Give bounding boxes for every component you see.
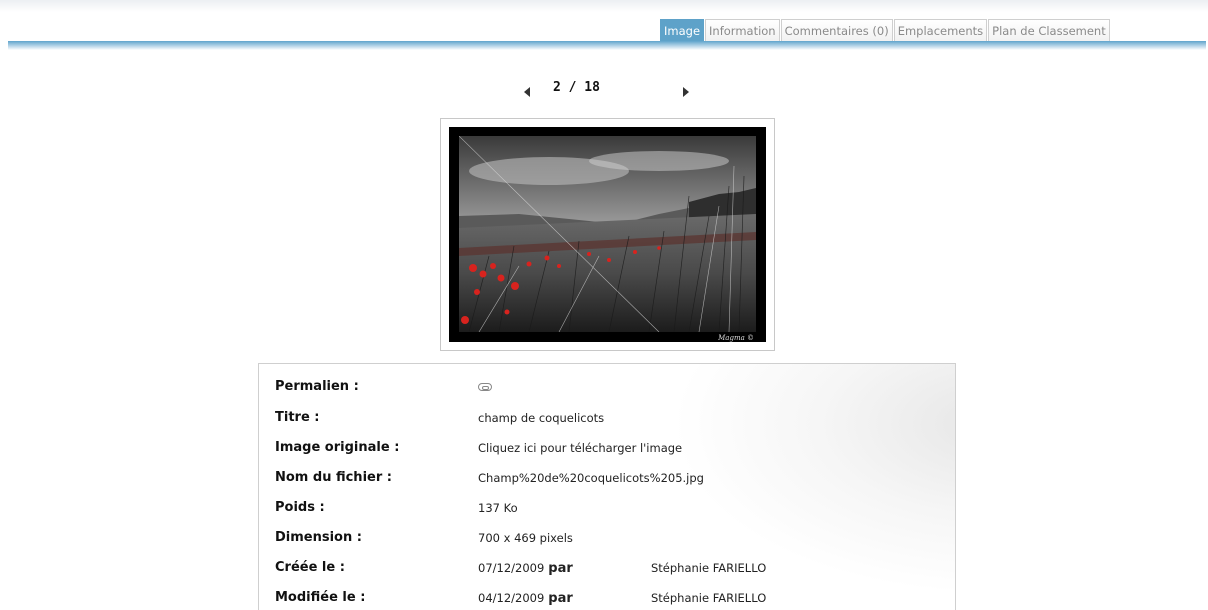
dimension-label: Dimension : [275, 530, 362, 545]
tab-image[interactable]: Image [660, 19, 705, 42]
creee-author: Stéphanie FARIELLO [651, 561, 767, 575]
permalien-value [478, 380, 492, 394]
modifiee-value: 04/12/2009 par [478, 591, 573, 606]
image-counter: 2 / 18 [553, 80, 600, 95]
photo-illustration [459, 136, 756, 332]
image-info-panel: Permalien : Titre : champ de coquelicots… [258, 363, 956, 610]
info-row-dimension: Dimension : 700 x 469 pixels [259, 525, 955, 549]
creee-value: 07/12/2009 par [478, 561, 573, 576]
tab-commentaires[interactable]: Commentaires (0) [780, 19, 893, 42]
info-row-poids: Poids : 137 Ko [259, 495, 955, 519]
info-row-permalien: Permalien : [259, 374, 955, 398]
triangle-left-icon[interactable] [524, 87, 530, 97]
tab-underline-bar [8, 41, 1206, 50]
tab-emplacements[interactable]: Emplacements [893, 19, 988, 42]
dimension-value: 700 x 469 pixels [478, 531, 573, 545]
triangle-right-icon[interactable] [683, 87, 689, 97]
info-row-titre: Titre : champ de coquelicots [259, 405, 955, 429]
modifiee-par: par [548, 591, 573, 606]
top-shade [0, 0, 1208, 12]
creee-date: 07/12/2009 [478, 561, 545, 575]
nom-fichier-value: Champ%20de%20coquelicots%205.jpg [478, 471, 704, 485]
titre-label: Titre : [275, 410, 320, 425]
nom-fichier-label: Nom du fichier : [275, 470, 392, 485]
image-originale-value: Cliquez ici pour télécharger l'image [478, 441, 682, 455]
image-pager: 2 / 18 [0, 78, 1208, 102]
poppy-field-photo[interactable]: Magma © [449, 127, 766, 342]
titre-value: champ de coquelicots [478, 411, 605, 425]
tab-bar: Image Information Commentaires (0) Empla… [660, 19, 1111, 42]
tab-information[interactable]: Information [705, 19, 780, 42]
creee-par: par [548, 561, 573, 576]
poids-label: Poids : [275, 500, 325, 515]
info-row-nom-fichier: Nom du fichier : Champ%20de%20coquelicot… [259, 465, 955, 489]
modifiee-author: Stéphanie FARIELLO [651, 591, 767, 605]
tab-plan-de-classement[interactable]: Plan de Classement [988, 19, 1110, 42]
photo-frame: Magma © [440, 118, 775, 351]
photo-watermark: Magma © [718, 334, 754, 342]
info-row-modifiee: Modifiée le : 04/12/2009 par Stéphanie FA… [259, 585, 955, 609]
image-originale-label: Image originale : [275, 440, 400, 455]
modifiee-date: 04/12/2009 [478, 591, 545, 605]
info-row-image-originale: Image originale : Cliquez ici pour téléc… [259, 435, 955, 459]
modifiee-label: Modifiée le : [275, 590, 366, 605]
info-row-creee: Créée le : 07/12/2009 par Stéphanie FARIE… [259, 555, 955, 579]
link-icon[interactable] [478, 383, 492, 391]
download-original-link[interactable]: Cliquez ici pour télécharger l'image [478, 441, 682, 455]
creee-label: Créée le : [275, 560, 345, 575]
permalien-label: Permalien : [275, 379, 359, 394]
poids-value: 137 Ko [478, 501, 518, 515]
